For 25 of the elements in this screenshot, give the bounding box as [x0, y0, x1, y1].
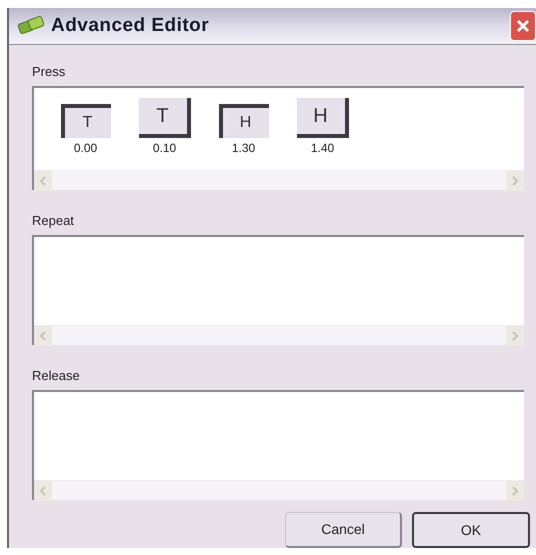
dialog-button[interactable]: Cancel [285, 512, 402, 548]
key-cap[interactable]: H [218, 104, 268, 138]
section-label: Press [32, 63, 66, 80]
key-cap[interactable]: T [138, 98, 190, 138]
window-title: Advanced Editor [51, 14, 210, 38]
horizontal-scrollbar[interactable] [34, 170, 524, 190]
section-label: Release [32, 367, 81, 384]
key-cap[interactable]: T [60, 104, 110, 138]
key-cap[interactable]: H [296, 98, 348, 138]
dialog-button[interactable]: OK [412, 512, 530, 548]
scroll-right-icon[interactable] [506, 326, 524, 346]
scroll-left-icon[interactable] [34, 170, 52, 190]
scroll-left-icon[interactable] [34, 326, 52, 346]
close-icon [515, 18, 531, 34]
scroll-right-icon[interactable] [506, 480, 524, 500]
key-time: 0.00 [74, 140, 98, 157]
horizontal-scrollbar[interactable] [34, 325, 524, 345]
close-button[interactable] [510, 11, 536, 41]
key-time: 0.10 [152, 140, 176, 157]
horizontal-scrollbar[interactable] [34, 480, 524, 500]
key-time: 1.40 [310, 140, 334, 157]
key-time: 1.30 [232, 140, 256, 157]
section-label: Repeat [32, 212, 75, 229]
scroll-right-icon[interactable] [506, 170, 524, 190]
scroll-left-icon[interactable] [34, 480, 52, 500]
